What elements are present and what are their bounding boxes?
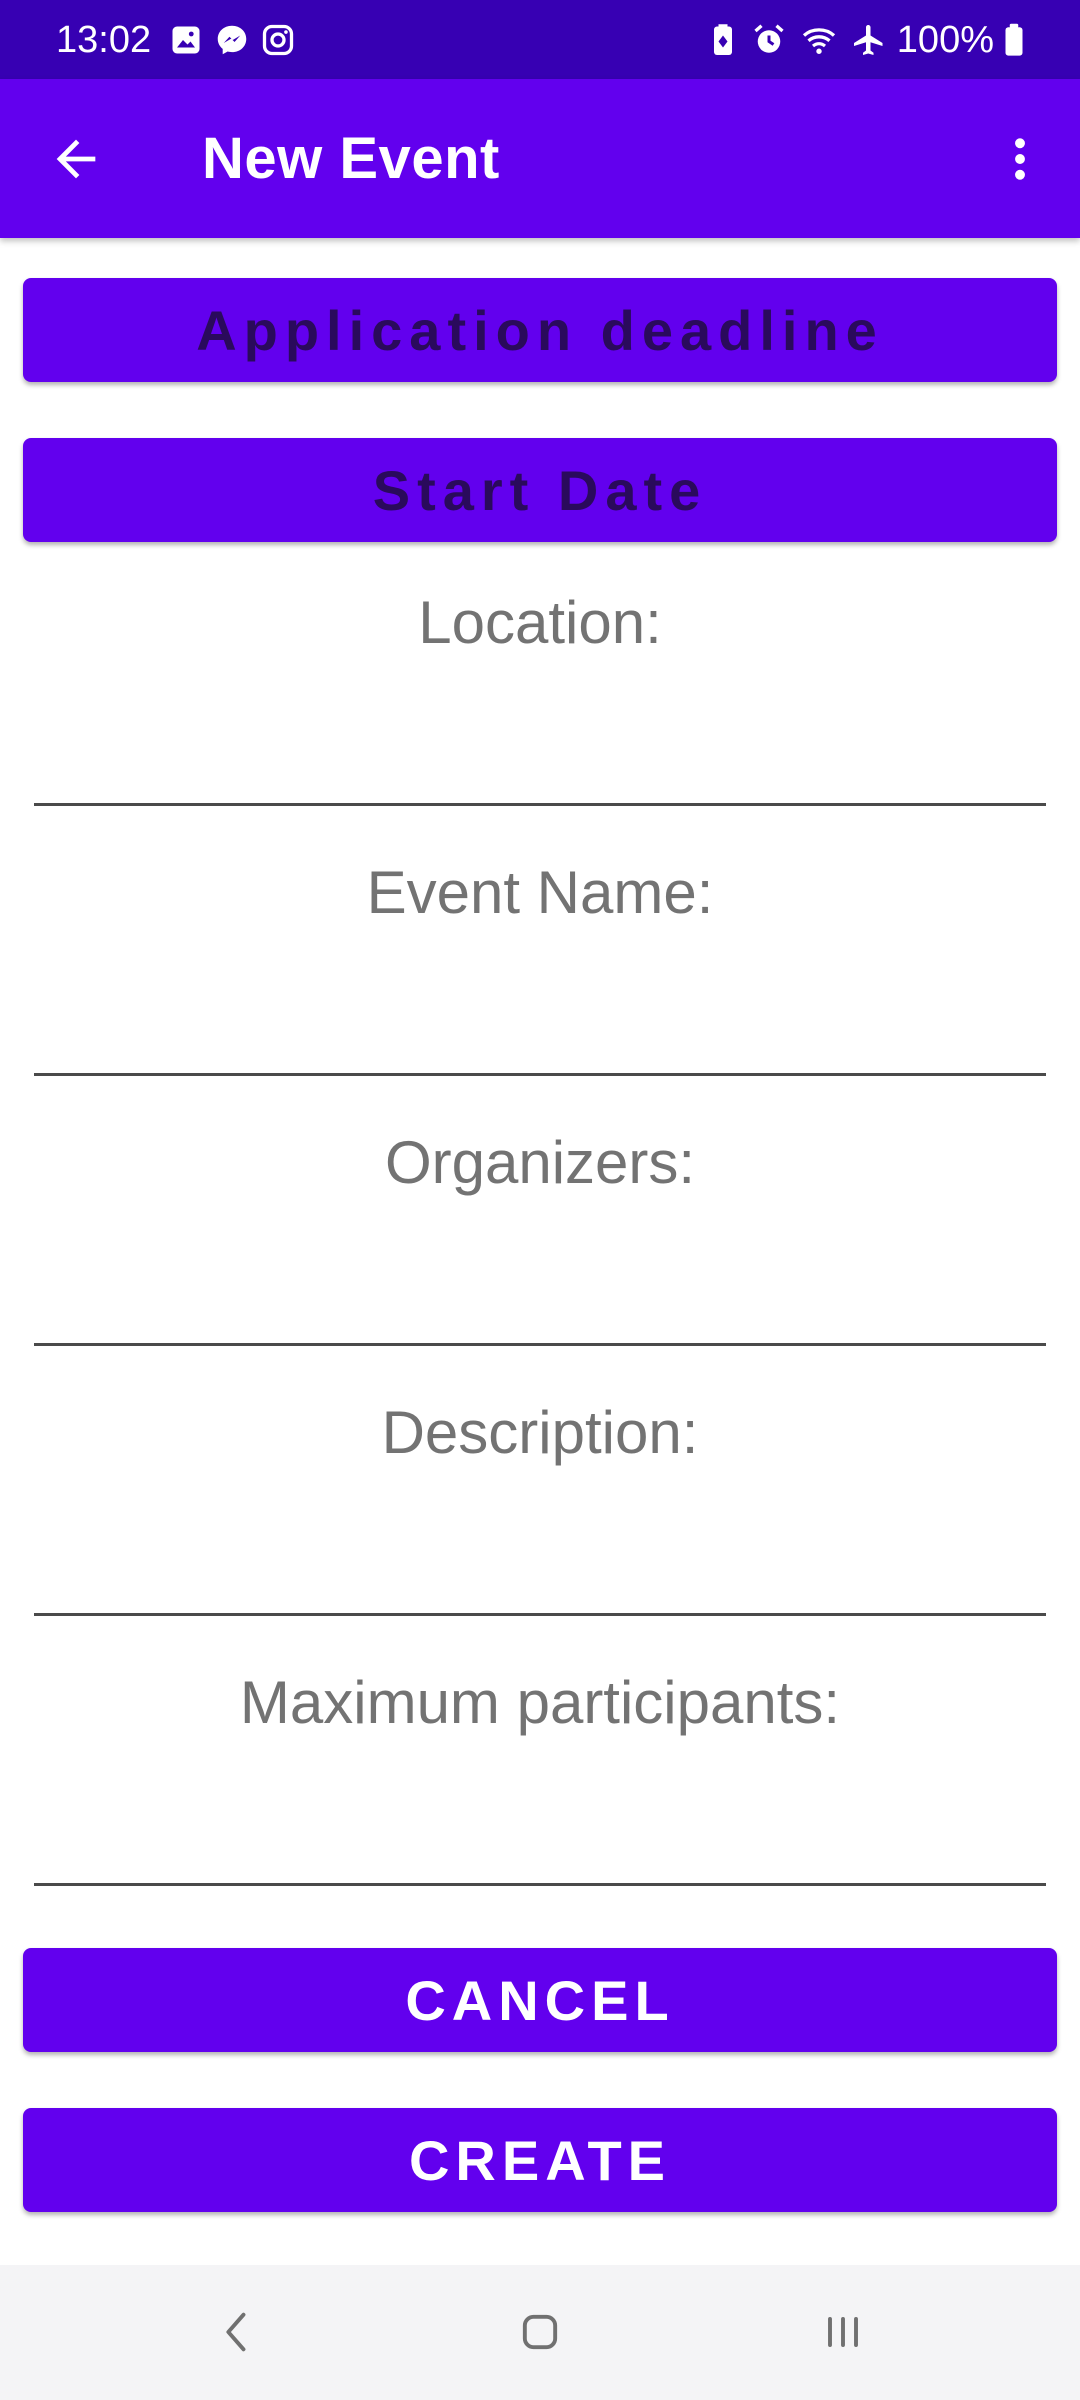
back-button[interactable] (36, 119, 116, 199)
event-name-label: Event Name: (366, 859, 714, 926)
instagram-icon (262, 24, 294, 56)
battery-icon (1005, 23, 1023, 56)
airplane-icon (853, 25, 883, 55)
status-notification-icons (168, 21, 296, 59)
arrow-back-icon (56, 139, 96, 179)
gallery-icon (172, 26, 200, 54)
cancel-button[interactable]: CANCEL (23, 1948, 1057, 2052)
battery-percentage: 100% (896, 19, 994, 61)
alarm-icon (754, 24, 784, 53)
home-nav-icon (522, 2314, 558, 2350)
status-bar: 13:02 100% (0, 0, 1080, 79)
nav-home-button[interactable] (500, 2297, 580, 2367)
description-label: Description: (381, 1399, 699, 1466)
battery-saver-icon (713, 24, 732, 55)
create-button[interactable]: CREATE (23, 2108, 1057, 2212)
maximum-participants-input[interactable] (34, 1796, 1046, 1886)
application-deadline-button[interactable]: Application deadline (23, 278, 1057, 382)
nav-recents-button[interactable] (803, 2297, 883, 2367)
app-toolbar: New Event (0, 79, 1080, 238)
description-input[interactable] (34, 1526, 1046, 1616)
overflow-menu-button[interactable] (980, 119, 1060, 199)
organizers-label: Organizers: (384, 1129, 696, 1196)
system-navigation-bar (0, 2265, 1080, 2400)
location-input[interactable] (34, 716, 1046, 806)
organizers-input[interactable] (34, 1256, 1046, 1346)
maximum-participants-label: Maximum participants: (239, 1669, 841, 1736)
recents-nav-icon (828, 2317, 858, 2347)
event-name-input[interactable] (34, 986, 1046, 1076)
more-vert-icon (1015, 138, 1025, 180)
status-time: 13:02 (56, 19, 152, 61)
status-system-icons: 100% (705, 18, 1024, 62)
start-date-button[interactable]: Start Date (23, 438, 1057, 542)
messenger-icon (217, 25, 247, 55)
location-label: Location: (418, 589, 662, 656)
wifi-icon (802, 28, 835, 54)
nav-back-button[interactable] (197, 2297, 277, 2367)
page-title: New Event (202, 126, 500, 191)
back-nav-icon (226, 2312, 246, 2352)
